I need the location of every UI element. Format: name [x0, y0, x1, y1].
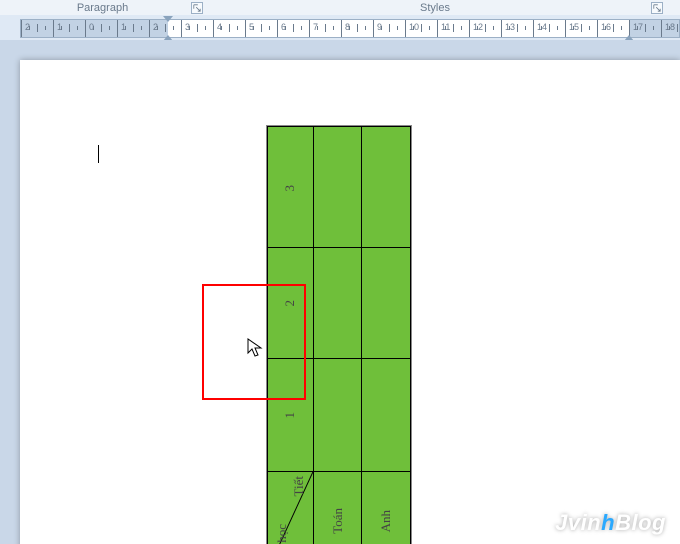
period-cell[interactable]: 2 [268, 248, 314, 359]
paragraph-dialog-launcher[interactable] [191, 2, 203, 14]
table-cell[interactable] [362, 248, 411, 359]
first-line-indent-marker[interactable] [163, 16, 173, 22]
table-cell[interactable] [362, 127, 411, 248]
document-area[interactable]: 321 Tiết Môn học ToánAnh JvinhBlog [0, 40, 680, 544]
styles-dialog-launcher[interactable] [651, 2, 663, 14]
watermark-text: h [601, 510, 615, 535]
dialog-launcher-icon [653, 4, 661, 12]
ribbon-group-label: Paragraph [77, 2, 128, 14]
period-cell[interactable]: 1 [268, 358, 314, 471]
ribbon-group-styles: Styles [205, 0, 665, 15]
watermark-text: Jvin [555, 510, 601, 535]
ruler-ticks: 21012345678910111213141516171819 [21, 20, 679, 37]
table-cell[interactable] [313, 358, 362, 471]
watermark-logo: JvinhBlog [555, 510, 666, 536]
page[interactable]: 321 Tiết Môn học ToánAnh [20, 60, 680, 544]
ribbon-group-label: Styles [420, 2, 450, 14]
watermark-text: Blog [615, 510, 666, 535]
header-top-label: Tiết [291, 476, 307, 496]
table-cell[interactable] [362, 358, 411, 471]
period-cell[interactable]: 3 [268, 127, 314, 248]
text-caret [98, 145, 99, 163]
header-diagonal-cell[interactable]: Tiết Môn học [268, 471, 314, 544]
ribbon-group-row: Paragraph Styles [0, 0, 680, 16]
table-cell[interactable] [313, 127, 362, 248]
ribbon-group-paragraph: Paragraph [0, 0, 205, 15]
horizontal-ruler[interactable]: 21012345678910111213141516171819 [0, 15, 680, 41]
table-cell[interactable] [313, 248, 362, 359]
subject-header-cell[interactable]: Anh [362, 471, 411, 544]
dialog-launcher-icon [193, 4, 201, 12]
subject-header-cell[interactable]: Toán [313, 471, 362, 544]
header-bottom-label: Môn học [274, 524, 290, 544]
document-table[interactable]: 321 Tiết Môn học ToánAnh [266, 125, 412, 544]
